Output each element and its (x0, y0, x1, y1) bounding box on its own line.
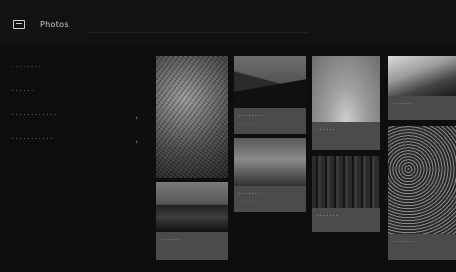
photo-tile[interactable]: · · · · · · · · · · · · · (234, 56, 306, 134)
photo-caption: · · · · · · (388, 96, 456, 120)
sidebar: · · · · · · · · · · · · · · · · · · · · … (12, 64, 144, 160)
photo-thumbnail (388, 126, 456, 234)
photos-window: Photos · · · · · · · · · · · · · · · · ·… (0, 0, 456, 272)
sidebar-item[interactable]: · · · · · · · · · · · › (12, 136, 144, 154)
photo-thumbnail (156, 56, 228, 178)
photo-caption: · · · · · · · (388, 234, 456, 260)
photo-caption: · · · · · · (312, 122, 380, 150)
chevron-right-icon: › (135, 138, 138, 146)
photo-tile[interactable] (156, 56, 228, 178)
sidebar-item-label: · · · · · · · · · · · · (12, 112, 56, 119)
photo-tile[interactable]: · · · · · · · · · · · · (234, 138, 306, 212)
photo-thumbnail (388, 56, 456, 96)
photo-thumbnail (312, 56, 380, 122)
sidebar-item[interactable]: · · · · · · · · (12, 64, 144, 82)
photo-tile[interactable]: · · · · · · · (312, 156, 380, 232)
photo-caption: · · · · · · · · · · · · (234, 186, 306, 212)
title-divider (88, 32, 308, 33)
sidebar-item[interactable]: · · · · · · (12, 88, 144, 106)
photo-thumbnail (156, 182, 228, 232)
photo-thumbnail (234, 56, 306, 108)
photo-tile[interactable]: · · · · · · (388, 56, 456, 120)
photo-tile[interactable]: · · · · · · (156, 182, 228, 260)
photo-thumbnail (312, 156, 380, 208)
sidebar-item-label: · · · · · · · · · · · (12, 136, 53, 143)
photo-tile[interactable]: · · · · · · · (388, 126, 456, 260)
title-bar: Photos (0, 0, 456, 44)
sidebar-item-label: · · · · · · (12, 88, 33, 95)
window-title: Photos (40, 20, 69, 29)
chevron-right-icon: › (135, 114, 138, 122)
photo-tile[interactable]: · · · · · · (312, 56, 380, 150)
photo-caption: · · · · · · · (312, 208, 380, 232)
sidebar-item[interactable]: · · · · · · · · · · · · › (12, 112, 144, 130)
photo-thumbnail (234, 138, 306, 186)
photo-caption: · · · · · · (156, 232, 228, 260)
sidebar-item-label: · · · · · · · · (12, 64, 41, 71)
photos-app-icon (13, 20, 25, 29)
photo-caption: · · · · · · · · · · · · · (234, 108, 306, 134)
